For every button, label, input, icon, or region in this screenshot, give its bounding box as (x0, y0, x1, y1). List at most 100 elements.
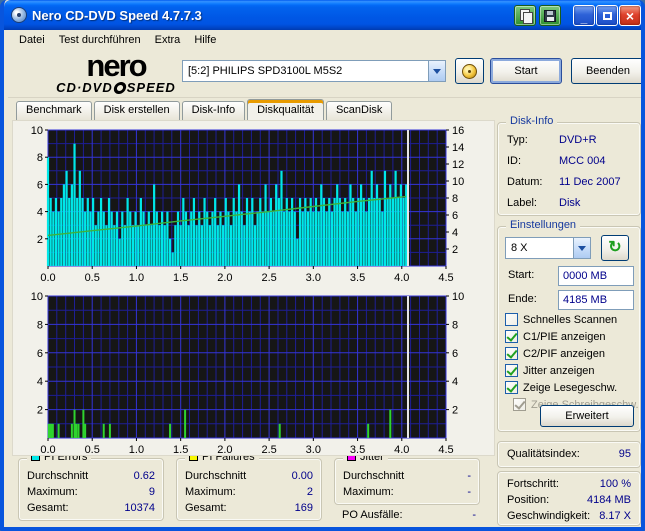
svg-text:10: 10 (31, 125, 43, 137)
quality-index-group: Qualitätsindex: 95 (497, 441, 641, 468)
stat-row: Maximum: 2 (185, 486, 313, 498)
checkbox-icon (505, 347, 518, 360)
logo-cd-dvd-text: CD·DVD (56, 80, 113, 95)
tab-disk-erstellen[interactable]: Disk erstellen (93, 101, 180, 120)
svg-text:2: 2 (452, 405, 458, 417)
header: nero CD·DVD SPEED [5:2] PHILIPS SPD3100L … (8, 48, 641, 98)
svg-text:2: 2 (37, 405, 43, 417)
copy-to-clipboard-button[interactable] (514, 5, 536, 26)
disk-info-row: ID: MCC 004 (507, 155, 606, 167)
nero-logo-text: nero (86, 48, 147, 83)
stat-row: Durchschnitt - (343, 470, 471, 482)
svg-text:4: 4 (452, 227, 458, 239)
svg-text:2.5: 2.5 (261, 444, 276, 456)
jitter-stats-group: Jitter Durchschnitt - Maximum: - (334, 451, 480, 505)
progress-row: Position: 4184 MB (507, 494, 631, 506)
pi-failures-chart: 2 4 6 8 10 2 4 6 8 10 0.0 0.5 1.0 1.5 2.0 2.5 3.0 3.5 4.0 4… (31, 291, 465, 456)
svg-text:6: 6 (452, 348, 458, 360)
maximize-icon (602, 11, 612, 20)
svg-text:10: 10 (452, 176, 464, 188)
svg-text:4: 4 (37, 376, 43, 388)
checkbox-jitter-anzeigen[interactable]: Jitter anzeigen (505, 364, 595, 377)
pi-errors-stats-group: PI Errors Durchschnitt 0.62 Maximum: 9 Ges… (18, 451, 164, 521)
gold-disc-icon (462, 63, 477, 79)
advanced-button[interactable]: Erweitert (540, 405, 634, 427)
svg-text:3.0: 3.0 (306, 444, 321, 456)
refresh-icon: ↻ (608, 239, 622, 256)
start-position-label: Start: (508, 269, 535, 281)
save-icon (544, 9, 556, 22)
stat-row: Maximum: - (343, 486, 471, 498)
settings-group: Einstellungen 8 X ↻ Start: 0000 MB Ende:… (497, 219, 641, 432)
start-button[interactable]: Start (490, 58, 562, 84)
svg-text:3.0: 3.0 (306, 272, 321, 284)
scan-speed-select[interactable]: 8 X (505, 237, 591, 259)
drive-select-dropdown-button[interactable] (428, 61, 445, 81)
menu-datei[interactable]: Datei (12, 33, 52, 47)
logo-speed-text: SPEED (126, 80, 176, 95)
checkbox-c1-pie-anzeigen[interactable]: C1/PIE anzeigen (505, 330, 606, 343)
maximize-button[interactable] (596, 5, 618, 26)
drive-select[interactable]: [5:2] PHILIPS SPD3100L M5S2 (182, 60, 446, 82)
scan-speed-value: 8 X (511, 242, 528, 254)
menu-bar: Datei Test durchführen Extra Hilfe (8, 30, 641, 49)
svg-text:6: 6 (452, 210, 458, 222)
tab-diskqualitaet[interactable]: Diskqualität (247, 99, 324, 120)
disc-icon (112, 81, 128, 94)
chart-panel: 2 4 6 8 10 2 4 6 8 10 12 14 16 0.0 0.5 1.0 1.5 2.0 2.5 3.0 3… (12, 120, 495, 456)
svg-text:4.5: 4.5 (438, 444, 453, 456)
drive-select-value: [5:2] PHILIPS SPD3100L M5S2 (188, 65, 343, 77)
svg-text:1.0: 1.0 (129, 272, 144, 284)
svg-text:8: 8 (452, 193, 458, 205)
checkbox-schnelles-scannen[interactable]: Schnelles Scannen (505, 313, 617, 326)
menu-test-durchfuehren[interactable]: Test durchführen (52, 33, 148, 47)
end-position-field[interactable]: 4185 MB (558, 290, 634, 310)
menu-hilfe[interactable]: Hilfe (187, 33, 223, 47)
svg-text:8: 8 (37, 319, 43, 331)
svg-text:4: 4 (37, 207, 43, 219)
tab-benchmark[interactable]: Benchmark (16, 101, 92, 120)
stat-row: Durchschnitt 0.00 (185, 470, 313, 482)
minimize-button[interactable]: _ (573, 5, 595, 26)
stat-row: Gesamt: 10374 (27, 502, 155, 514)
progress-group: Fortschritt: 100 % Position: 4184 MB Gesch… (497, 471, 641, 526)
svg-text:14: 14 (452, 142, 464, 154)
svg-text:4: 4 (452, 376, 458, 388)
svg-text:4.5: 4.5 (438, 272, 453, 284)
svg-text:1.0: 1.0 (129, 444, 144, 456)
svg-text:8: 8 (452, 319, 458, 331)
svg-text:1.5: 1.5 (173, 272, 188, 284)
svg-text:10: 10 (31, 291, 43, 303)
svg-text:4.0: 4.0 (394, 272, 409, 284)
scan-speed-dropdown-button[interactable] (573, 238, 590, 258)
svg-text:2.5: 2.5 (261, 272, 276, 284)
disk-info-title: Disk-Info (506, 115, 558, 127)
checkbox-icon (513, 398, 526, 411)
stat-row: Gesamt: 169 (185, 502, 313, 514)
copy-icon (519, 9, 533, 24)
checkbox-c2-pif-anzeigen[interactable]: C2/PIF anzeigen (505, 347, 605, 360)
save-button[interactable] (539, 5, 561, 26)
menu-extra[interactable]: Extra (148, 33, 188, 47)
svg-text:6: 6 (37, 179, 43, 191)
refresh-speeds-button[interactable]: ↻ (601, 235, 629, 261)
tab-disk-info[interactable]: Disk-Info (181, 101, 246, 120)
quit-button[interactable]: Beenden (571, 58, 641, 84)
nero-logo: nero CD·DVD SPEED (36, 48, 196, 95)
pi-failures-stats-group: PI Failures Durchschnitt 0.00 Maximum: 2 G… (176, 451, 322, 521)
svg-text:6: 6 (37, 348, 43, 360)
checkbox-icon (505, 364, 518, 377)
svg-text:2: 2 (452, 244, 458, 256)
svg-text:0.0: 0.0 (40, 272, 55, 284)
svg-text:1.5: 1.5 (173, 444, 188, 456)
stat-row: Maximum: 9 (27, 486, 155, 498)
checkbox-zeige-lesegeschw[interactable]: Zeige Lesegeschw. (505, 381, 617, 394)
start-position-field[interactable]: 0000 MB (558, 266, 634, 286)
app-disc-icon (11, 7, 27, 23)
po-failures-row: PO Ausfälle: - (342, 509, 476, 521)
close-button[interactable]: × (619, 5, 641, 26)
svg-text:0.0: 0.0 (40, 444, 55, 456)
pi-errors-chart: 2 4 6 8 10 2 4 6 8 10 12 14 16 0.0 0.5 1.0 1.5 2.0 2.5 3.0 3… (31, 125, 465, 284)
eject-disc-button[interactable] (455, 58, 484, 84)
tab-scandisk[interactable]: ScanDisk (325, 101, 393, 120)
